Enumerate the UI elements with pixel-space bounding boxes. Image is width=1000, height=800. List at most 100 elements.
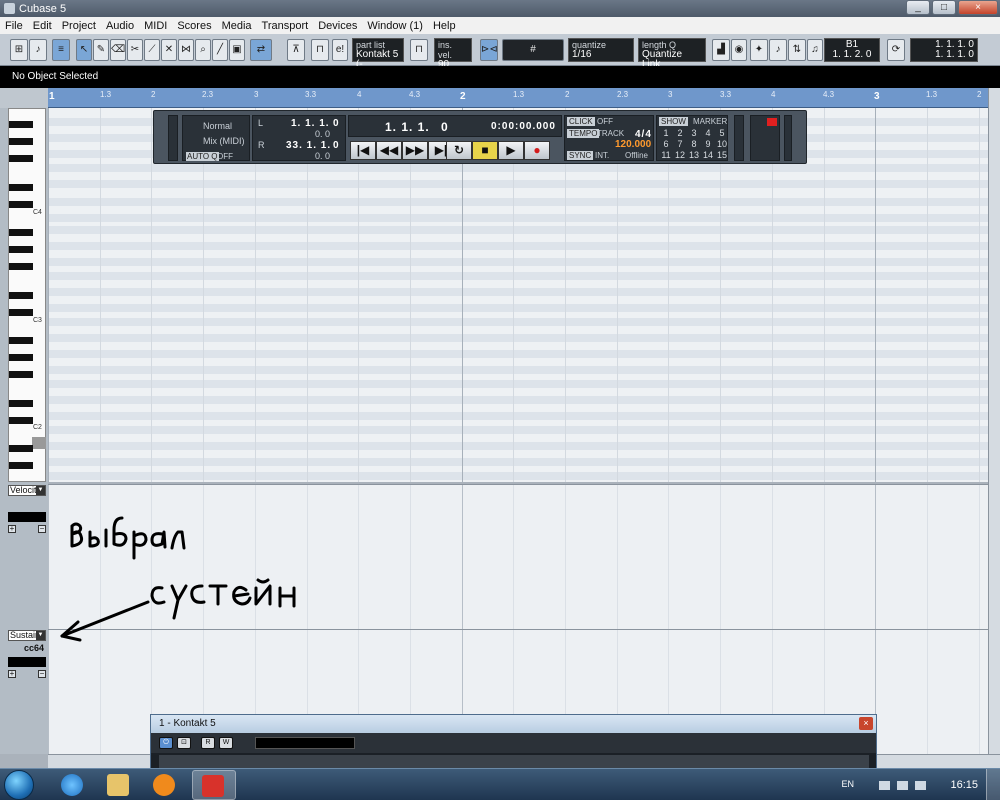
marker-button[interactable]: 13 xyxy=(687,150,701,160)
quantize-apply-icon[interactable]: ⇅ xyxy=(788,39,806,61)
chord-icon[interactable]: ▟ xyxy=(712,39,730,61)
click-button[interactable]: CLICK xyxy=(567,117,595,126)
object-selection-tool-icon[interactable]: ↖ xyxy=(76,39,92,61)
grid-type-icon[interactable]: # xyxy=(502,39,564,61)
output-volume-slider[interactable] xyxy=(784,115,792,161)
black-key[interactable] xyxy=(9,371,33,378)
power-icon[interactable]: ⏻ xyxy=(159,737,173,749)
transpose-icon[interactable]: ♪ xyxy=(769,39,787,61)
highlighted-key[interactable] xyxy=(32,437,46,449)
vertical-scrollbar[interactable] xyxy=(988,88,1000,754)
add-lane-button[interactable]: + xyxy=(8,525,16,533)
record-mode-mix[interactable]: Mix (MIDI) xyxy=(203,136,245,146)
black-key[interactable] xyxy=(9,400,33,407)
read-automation-button[interactable]: R xyxy=(201,737,215,749)
black-key[interactable] xyxy=(9,246,33,253)
step-input-icon[interactable]: ⊓ xyxy=(410,39,428,61)
sync-button[interactable]: SYNC xyxy=(567,151,594,160)
kontakt-close-button[interactable]: × xyxy=(859,717,873,730)
black-key[interactable] xyxy=(9,417,33,424)
remove-lane-button[interactable]: − xyxy=(38,525,46,533)
clip-indicator[interactable] xyxy=(767,118,777,126)
record-mode-normal[interactable]: Normal xyxy=(203,121,232,131)
snap-icon[interactable]: ⊳⊲ xyxy=(480,39,498,61)
note-grid[interactable] xyxy=(48,108,988,482)
minimize-button[interactable]: _ xyxy=(906,0,930,15)
erase-tool-icon[interactable]: ⌫ xyxy=(110,39,126,61)
network-icon[interactable] xyxy=(897,781,908,790)
marker-button[interactable]: 14 xyxy=(701,150,715,160)
marker-button[interactable]: 3 xyxy=(687,128,701,138)
marker-button[interactable]: 4 xyxy=(701,128,715,138)
black-key[interactable] xyxy=(9,337,33,344)
marker-button[interactable]: 7 xyxy=(673,139,687,149)
drumstick-tool-icon[interactable]: ▣ xyxy=(229,39,245,61)
black-key[interactable] xyxy=(9,138,33,145)
trim-tool-icon[interactable]: ✂ xyxy=(127,39,143,61)
black-key[interactable] xyxy=(9,462,33,469)
language-indicator[interactable]: EN xyxy=(841,779,854,789)
velocity-lane-selector[interactable]: Velocit ▼ xyxy=(8,485,46,496)
independent-loop-icon[interactable]: ⟳ xyxy=(887,39,905,61)
stop-button[interactable]: ■ xyxy=(472,141,498,160)
cycle-button[interactable]: ↻ xyxy=(446,141,472,160)
black-key[interactable] xyxy=(9,263,33,270)
black-key[interactable] xyxy=(9,201,33,208)
black-key[interactable] xyxy=(9,155,33,162)
black-key[interactable] xyxy=(9,445,33,452)
autoscroll-icon[interactable]: ⇄ xyxy=(250,39,272,61)
preset-display[interactable] xyxy=(255,737,355,749)
line-tool-icon[interactable]: ╱ xyxy=(212,39,228,61)
kontakt-titlebar[interactable]: 1 - Kontakt 5 × xyxy=(151,715,876,733)
left-locator-value[interactable]: 1. 1. 1. xyxy=(291,118,330,129)
menu-edit[interactable]: Edit xyxy=(28,20,57,32)
tray-arrow-icon[interactable] xyxy=(879,781,890,790)
start-button[interactable] xyxy=(4,770,34,800)
marker-button[interactable]: 1 xyxy=(659,128,673,138)
menu-transport[interactable]: Transport xyxy=(257,20,314,32)
colors-icon[interactable]: ◉ xyxy=(731,39,747,61)
marker-button[interactable]: 10 xyxy=(715,139,729,149)
menu-window[interactable]: Window (1) xyxy=(362,20,428,32)
piano-keyboard[interactable]: C4 C3 C2 xyxy=(8,108,46,482)
draw-tool-icon[interactable]: ✎ xyxy=(93,39,109,61)
menu-devices[interactable]: Devices xyxy=(313,20,362,32)
secondary-time[interactable]: 0:00:00.000 xyxy=(491,121,556,132)
menu-help[interactable]: Help xyxy=(428,20,461,32)
marker-button[interactable]: 12 xyxy=(673,150,687,160)
zoom-tool-icon[interactable]: ⌕ xyxy=(195,39,211,61)
marker-button[interactable]: 6 xyxy=(659,139,673,149)
black-key[interactable] xyxy=(9,292,33,299)
show-desktop-button[interactable] xyxy=(986,769,1000,800)
sustain-lane-selector[interactable]: Sustain ▼ xyxy=(8,630,46,641)
loop-range-field[interactable]: 1. 1. 1. 0 1. 1. 1. 0 xyxy=(910,38,978,62)
split-tool-icon[interactable]: ⟋ xyxy=(144,39,160,61)
edit-active-part-icon[interactable]: ⊓ xyxy=(311,39,329,61)
write-automation-button[interactable]: W xyxy=(219,737,233,749)
show-part-borders-icon[interactable]: ⊼ xyxy=(287,39,305,61)
solo-editor-icon[interactable]: ⊞ xyxy=(10,39,28,61)
glue-tool-icon[interactable]: ⋈ xyxy=(178,39,194,61)
show-markers-button[interactable]: SHOW xyxy=(659,117,688,126)
left-locator-icon[interactable]: L xyxy=(258,118,263,128)
tempo-value[interactable]: 120.000 xyxy=(615,139,651,150)
taskbar-cubase[interactable] xyxy=(192,770,236,800)
insert-velocity-field[interactable]: ins. vel. 90 xyxy=(434,38,472,70)
right-locator-value[interactable]: 33. 1. 1. xyxy=(286,140,331,151)
menu-project[interactable]: Project xyxy=(57,20,101,32)
play-button[interactable]: ▶ xyxy=(498,141,524,160)
note-icon[interactable]: ♫ xyxy=(807,39,823,61)
menu-scores[interactable]: Scores xyxy=(172,20,216,32)
primary-position[interactable]: 1. 1. 1. xyxy=(385,120,430,134)
marker-button[interactable]: 2 xyxy=(673,128,687,138)
ruler[interactable]: 1 1.3 2 2.3 3 3.3 4 4.3 2 1.3 2 2.3 3 3.… xyxy=(48,88,988,108)
move-up-icon[interactable]: ✦ xyxy=(750,39,768,61)
menu-file[interactable]: File xyxy=(0,20,28,32)
show-info-icon[interactable]: ≡ xyxy=(52,39,70,61)
menu-audio[interactable]: Audio xyxy=(101,20,139,32)
menu-midi[interactable]: MIDI xyxy=(139,20,172,32)
black-key[interactable] xyxy=(9,121,33,128)
bypass-icon[interactable]: ⊡ xyxy=(177,737,191,749)
black-key[interactable] xyxy=(9,354,33,361)
auto-quantize-label[interactable]: AUTO Q xyxy=(186,152,219,161)
